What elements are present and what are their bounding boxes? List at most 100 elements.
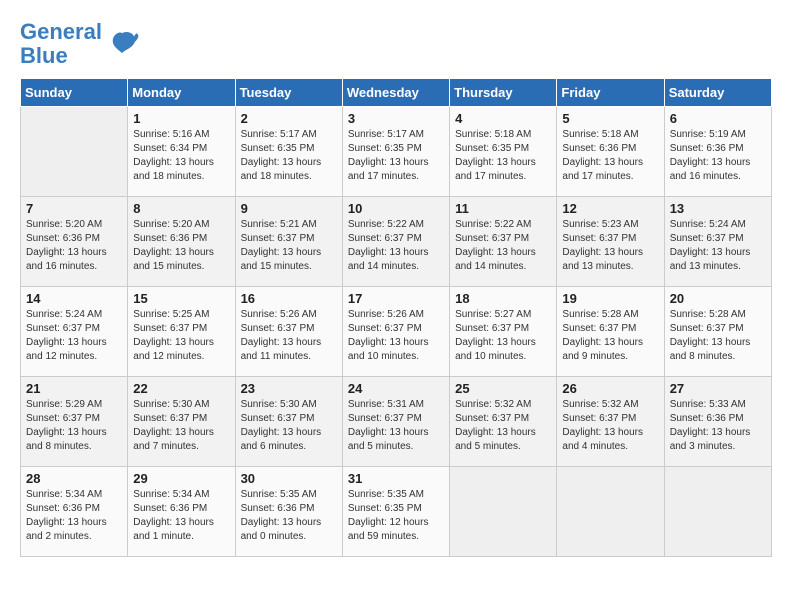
day-number: 22 [133, 381, 229, 396]
day-info: Sunrise: 5:33 AM Sunset: 6:36 PM Dayligh… [670, 398, 766, 454]
day-info: Sunrise: 5:19 AM Sunset: 6:36 PM Dayligh… [670, 128, 766, 184]
day-info: Sunrise: 5:22 AM Sunset: 6:37 PM Dayligh… [455, 218, 551, 274]
weekday-header: Sunday [21, 79, 128, 107]
day-number: 21 [26, 381, 122, 396]
day-number: 6 [670, 111, 766, 126]
calendar-cell: 30 Sunrise: 5:35 AM Sunset: 6:36 PM Dayl… [235, 467, 342, 557]
day-number: 30 [241, 471, 337, 486]
calendar-cell: 24 Sunrise: 5:31 AM Sunset: 6:37 PM Dayl… [342, 377, 449, 467]
calendar-cell: 1 Sunrise: 5:16 AM Sunset: 6:34 PM Dayli… [128, 107, 235, 197]
day-info: Sunrise: 5:20 AM Sunset: 6:36 PM Dayligh… [26, 218, 122, 274]
day-number: 17 [348, 291, 444, 306]
calendar-cell: 15 Sunrise: 5:25 AM Sunset: 6:37 PM Dayl… [128, 287, 235, 377]
calendar-cell: 20 Sunrise: 5:28 AM Sunset: 6:37 PM Dayl… [664, 287, 771, 377]
calendar-cell: 31 Sunrise: 5:35 AM Sunset: 6:35 PM Dayl… [342, 467, 449, 557]
calendar-cell: 3 Sunrise: 5:17 AM Sunset: 6:35 PM Dayli… [342, 107, 449, 197]
day-info: Sunrise: 5:30 AM Sunset: 6:37 PM Dayligh… [133, 398, 229, 454]
calendar-cell: 25 Sunrise: 5:32 AM Sunset: 6:37 PM Dayl… [450, 377, 557, 467]
calendar-cell: 10 Sunrise: 5:22 AM Sunset: 6:37 PM Dayl… [342, 197, 449, 287]
day-number: 8 [133, 201, 229, 216]
day-info: Sunrise: 5:26 AM Sunset: 6:37 PM Dayligh… [241, 308, 337, 364]
day-number: 2 [241, 111, 337, 126]
calendar-cell: 23 Sunrise: 5:30 AM Sunset: 6:37 PM Dayl… [235, 377, 342, 467]
day-number: 15 [133, 291, 229, 306]
day-info: Sunrise: 5:24 AM Sunset: 6:37 PM Dayligh… [26, 308, 122, 364]
day-number: 7 [26, 201, 122, 216]
weekday-header: Tuesday [235, 79, 342, 107]
calendar-cell: 19 Sunrise: 5:28 AM Sunset: 6:37 PM Dayl… [557, 287, 664, 377]
day-number: 5 [562, 111, 658, 126]
calendar-week-row: 21 Sunrise: 5:29 AM Sunset: 6:37 PM Dayl… [21, 377, 772, 467]
calendar-cell: 28 Sunrise: 5:34 AM Sunset: 6:36 PM Dayl… [21, 467, 128, 557]
day-number: 29 [133, 471, 229, 486]
day-info: Sunrise: 5:26 AM Sunset: 6:37 PM Dayligh… [348, 308, 444, 364]
calendar-cell: 21 Sunrise: 5:29 AM Sunset: 6:37 PM Dayl… [21, 377, 128, 467]
weekday-header: Saturday [664, 79, 771, 107]
calendar-cell: 2 Sunrise: 5:17 AM Sunset: 6:35 PM Dayli… [235, 107, 342, 197]
weekday-header: Thursday [450, 79, 557, 107]
day-number: 3 [348, 111, 444, 126]
day-number: 23 [241, 381, 337, 396]
calendar-cell: 6 Sunrise: 5:19 AM Sunset: 6:36 PM Dayli… [664, 107, 771, 197]
calendar-week-row: 7 Sunrise: 5:20 AM Sunset: 6:36 PM Dayli… [21, 197, 772, 287]
day-number: 18 [455, 291, 551, 306]
calendar-cell: 9 Sunrise: 5:21 AM Sunset: 6:37 PM Dayli… [235, 197, 342, 287]
day-info: Sunrise: 5:22 AM Sunset: 6:37 PM Dayligh… [348, 218, 444, 274]
weekday-header: Monday [128, 79, 235, 107]
logo-text: GeneralBlue [20, 20, 102, 68]
calendar-cell: 4 Sunrise: 5:18 AM Sunset: 6:35 PM Dayli… [450, 107, 557, 197]
calendar-cell: 5 Sunrise: 5:18 AM Sunset: 6:36 PM Dayli… [557, 107, 664, 197]
day-number: 20 [670, 291, 766, 306]
calendar-cell: 8 Sunrise: 5:20 AM Sunset: 6:36 PM Dayli… [128, 197, 235, 287]
day-info: Sunrise: 5:25 AM Sunset: 6:37 PM Dayligh… [133, 308, 229, 364]
day-number: 13 [670, 201, 766, 216]
day-number: 14 [26, 291, 122, 306]
day-info: Sunrise: 5:34 AM Sunset: 6:36 PM Dayligh… [26, 488, 122, 544]
calendar-cell [557, 467, 664, 557]
day-info: Sunrise: 5:24 AM Sunset: 6:37 PM Dayligh… [670, 218, 766, 274]
day-info: Sunrise: 5:34 AM Sunset: 6:36 PM Dayligh… [133, 488, 229, 544]
calendar-cell: 17 Sunrise: 5:26 AM Sunset: 6:37 PM Dayl… [342, 287, 449, 377]
calendar-cell: 26 Sunrise: 5:32 AM Sunset: 6:37 PM Dayl… [557, 377, 664, 467]
calendar-cell: 18 Sunrise: 5:27 AM Sunset: 6:37 PM Dayl… [450, 287, 557, 377]
day-number: 27 [670, 381, 766, 396]
logo-bird-icon [104, 26, 140, 62]
day-info: Sunrise: 5:20 AM Sunset: 6:36 PM Dayligh… [133, 218, 229, 274]
logo: GeneralBlue [20, 20, 140, 68]
calendar-cell: 12 Sunrise: 5:23 AM Sunset: 6:37 PM Dayl… [557, 197, 664, 287]
day-info: Sunrise: 5:27 AM Sunset: 6:37 PM Dayligh… [455, 308, 551, 364]
day-number: 16 [241, 291, 337, 306]
day-number: 10 [348, 201, 444, 216]
calendar-cell [664, 467, 771, 557]
day-number: 28 [26, 471, 122, 486]
day-number: 4 [455, 111, 551, 126]
calendar-week-row: 14 Sunrise: 5:24 AM Sunset: 6:37 PM Dayl… [21, 287, 772, 377]
calendar-cell: 27 Sunrise: 5:33 AM Sunset: 6:36 PM Dayl… [664, 377, 771, 467]
day-info: Sunrise: 5:23 AM Sunset: 6:37 PM Dayligh… [562, 218, 658, 274]
day-number: 24 [348, 381, 444, 396]
day-number: 26 [562, 381, 658, 396]
calendar-header: SundayMondayTuesdayWednesdayThursdayFrid… [21, 79, 772, 107]
day-info: Sunrise: 5:28 AM Sunset: 6:37 PM Dayligh… [670, 308, 766, 364]
calendar-cell [450, 467, 557, 557]
calendar-week-row: 28 Sunrise: 5:34 AM Sunset: 6:36 PM Dayl… [21, 467, 772, 557]
day-info: Sunrise: 5:21 AM Sunset: 6:37 PM Dayligh… [241, 218, 337, 274]
calendar-cell: 29 Sunrise: 5:34 AM Sunset: 6:36 PM Dayl… [128, 467, 235, 557]
calendar-week-row: 1 Sunrise: 5:16 AM Sunset: 6:34 PM Dayli… [21, 107, 772, 197]
day-info: Sunrise: 5:30 AM Sunset: 6:37 PM Dayligh… [241, 398, 337, 454]
day-info: Sunrise: 5:28 AM Sunset: 6:37 PM Dayligh… [562, 308, 658, 364]
day-info: Sunrise: 5:35 AM Sunset: 6:36 PM Dayligh… [241, 488, 337, 544]
day-number: 9 [241, 201, 337, 216]
calendar-cell: 14 Sunrise: 5:24 AM Sunset: 6:37 PM Dayl… [21, 287, 128, 377]
day-number: 11 [455, 201, 551, 216]
day-number: 25 [455, 381, 551, 396]
weekday-header: Wednesday [342, 79, 449, 107]
day-info: Sunrise: 5:29 AM Sunset: 6:37 PM Dayligh… [26, 398, 122, 454]
calendar-table: SundayMondayTuesdayWednesdayThursdayFrid… [20, 78, 772, 557]
day-info: Sunrise: 5:18 AM Sunset: 6:36 PM Dayligh… [562, 128, 658, 184]
day-number: 1 [133, 111, 229, 126]
calendar-cell: 13 Sunrise: 5:24 AM Sunset: 6:37 PM Dayl… [664, 197, 771, 287]
day-info: Sunrise: 5:32 AM Sunset: 6:37 PM Dayligh… [455, 398, 551, 454]
day-info: Sunrise: 5:17 AM Sunset: 6:35 PM Dayligh… [241, 128, 337, 184]
weekday-header: Friday [557, 79, 664, 107]
